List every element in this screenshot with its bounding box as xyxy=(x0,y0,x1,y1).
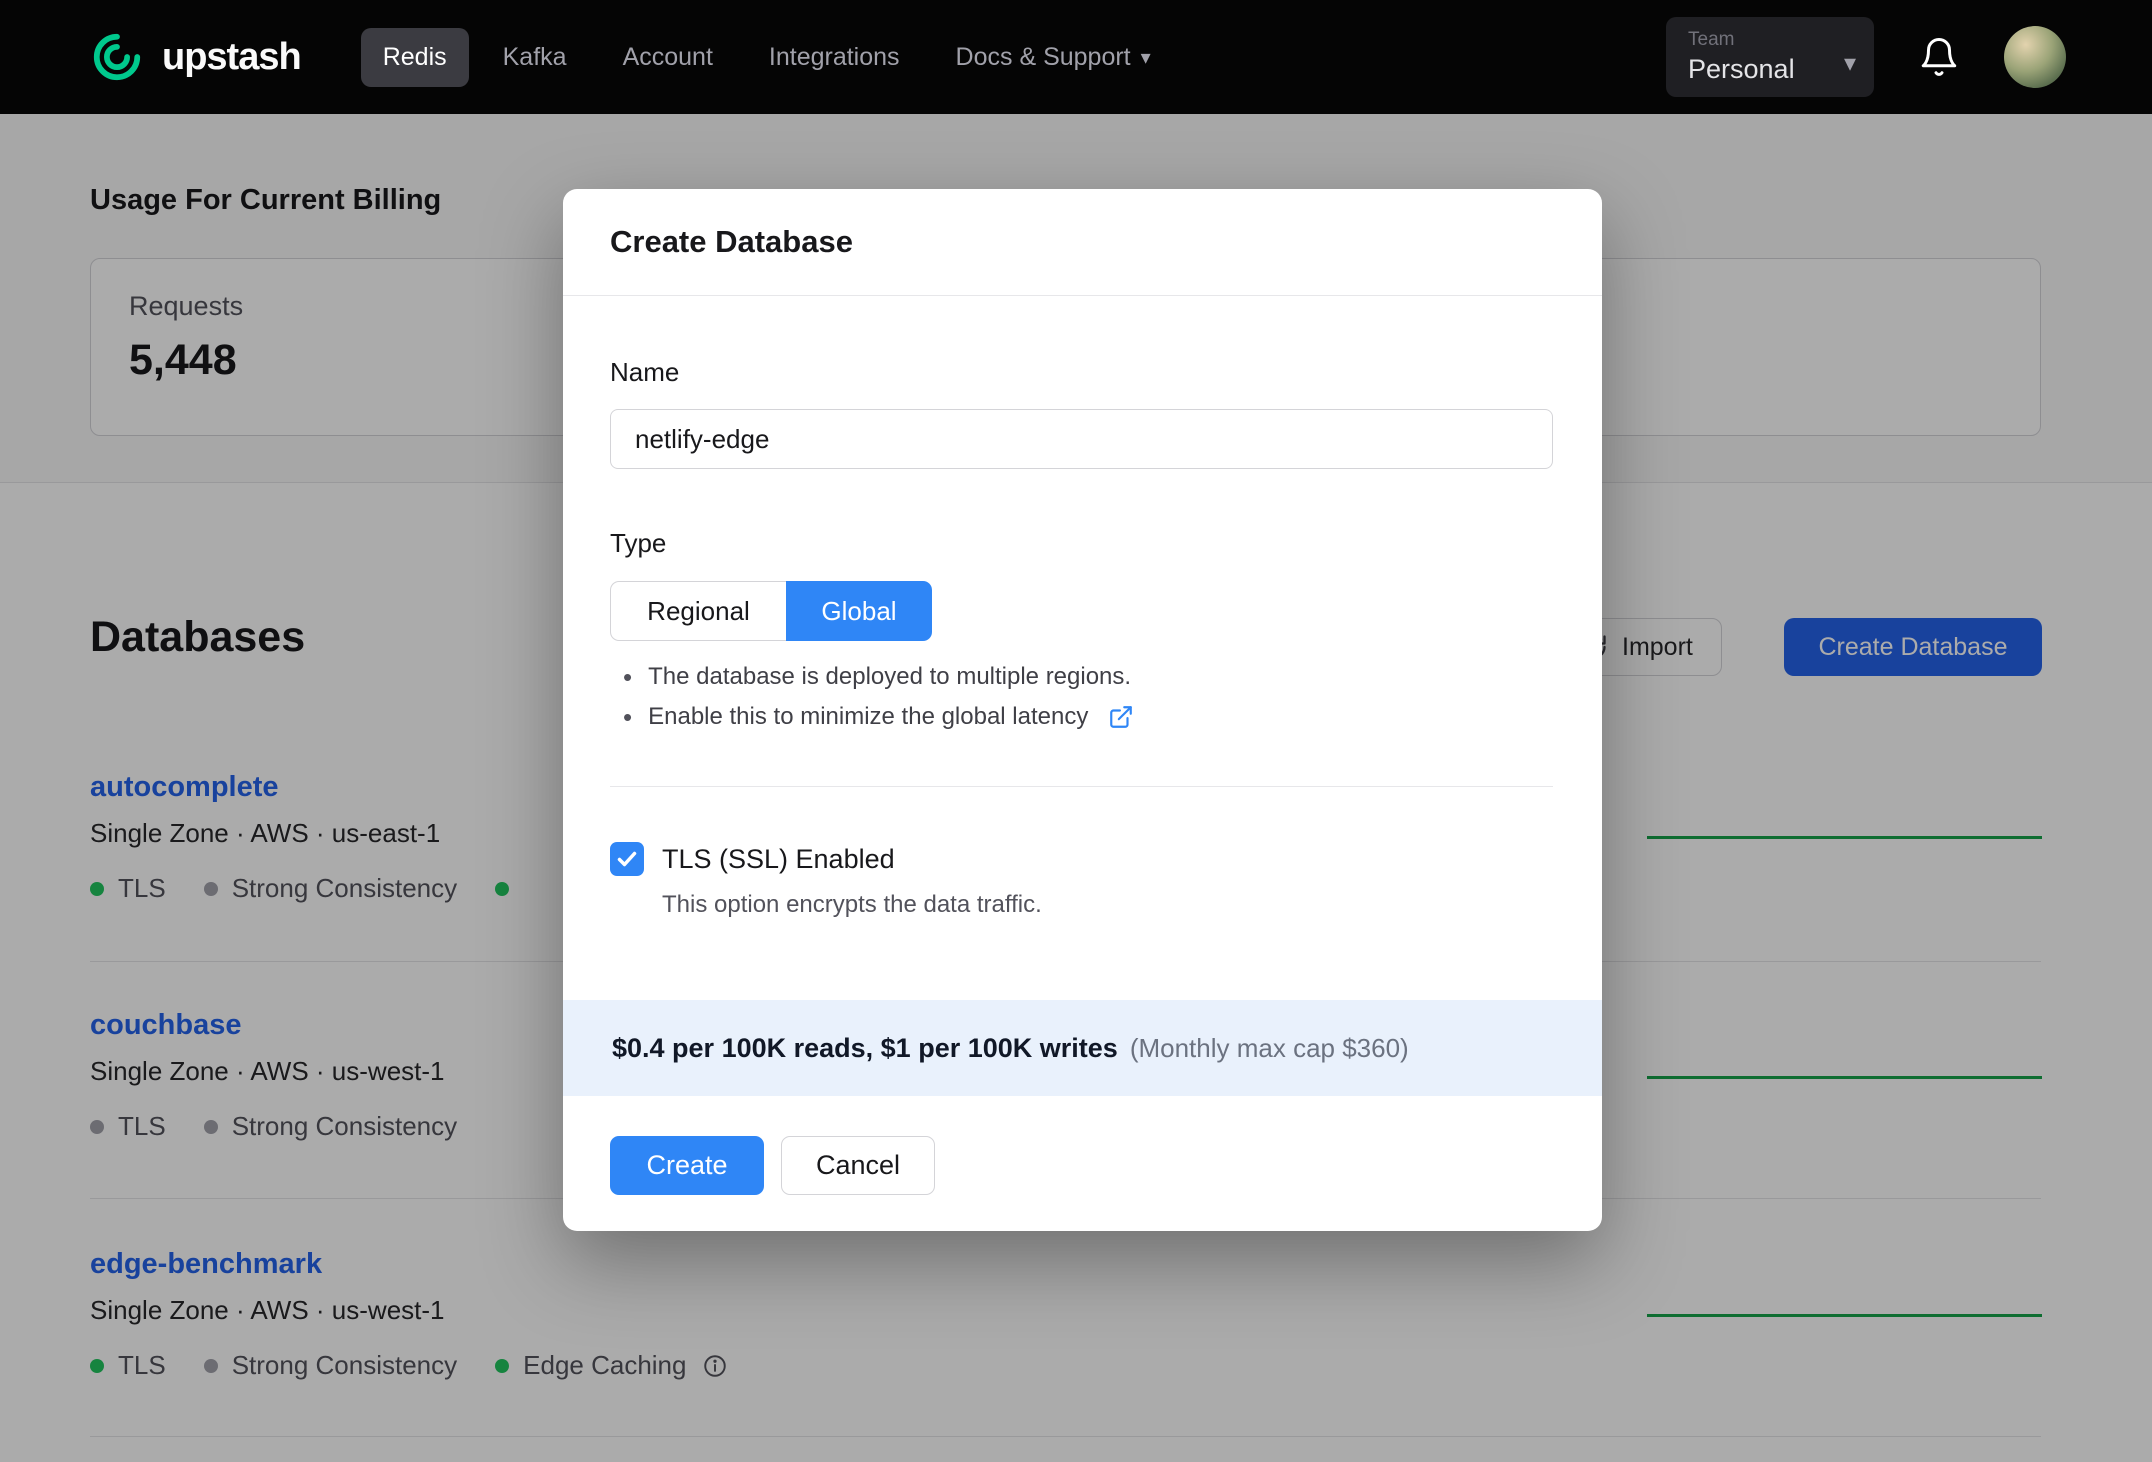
user-avatar[interactable] xyxy=(2004,26,2066,88)
type-segmented-control: Regional Global xyxy=(610,581,932,641)
nav-item-docs-support[interactable]: Docs & Support ▾ xyxy=(934,28,1173,87)
upstash-logo-icon xyxy=(93,33,141,81)
nav-item-kafka[interactable]: Kafka xyxy=(481,28,589,87)
brand-name: upstash xyxy=(162,35,302,78)
create-button[interactable]: Create xyxy=(610,1136,764,1195)
pricing-note: (Monthly max cap $360) xyxy=(1129,1032,1409,1063)
external-link-icon[interactable] xyxy=(1108,704,1134,730)
notifications-bell-icon[interactable] xyxy=(1918,36,1960,78)
team-select-value: Personal xyxy=(1688,54,1795,84)
navbar-right: Team Personal ▾ xyxy=(1666,17,2066,97)
nav-item-integrations[interactable]: Integrations xyxy=(747,28,922,87)
create-database-modal: Create Database Name Type Regional Globa… xyxy=(563,189,1602,1231)
team-select-label: Team xyxy=(1688,29,1735,50)
modal-actions: Create Cancel xyxy=(610,1136,935,1195)
checkmark-icon xyxy=(617,851,637,867)
type-bullet: The database is deployed to multiple reg… xyxy=(623,657,1134,697)
top-navbar: upstash Redis Kafka Account Integrations… xyxy=(0,0,2152,114)
cancel-button[interactable]: Cancel xyxy=(781,1136,935,1195)
chevron-down-icon: ▾ xyxy=(1140,46,1151,69)
type-description-list: The database is deployed to multiple reg… xyxy=(623,657,1134,737)
type-field-label: Type xyxy=(610,528,667,558)
modal-header: Create Database xyxy=(563,189,1602,296)
modal-divider xyxy=(610,786,1553,787)
chevron-down-icon: ▾ xyxy=(1843,50,1856,77)
nav-item-redis[interactable]: Redis xyxy=(360,27,469,87)
nav-items: Redis Kafka Account Integrations Docs & … xyxy=(360,27,1173,87)
database-name-input[interactable] xyxy=(610,409,1553,469)
tls-checkbox[interactable] xyxy=(610,842,644,876)
tls-help-text: This option encrypts the data traffic. xyxy=(662,891,1042,918)
name-field-label: Name xyxy=(610,357,680,387)
type-option-regional[interactable]: Regional xyxy=(610,581,786,641)
team-select[interactable]: Team Personal ▾ xyxy=(1666,17,1874,97)
pricing-banner: $0.4 per 100K reads, $1 per 100K writes … xyxy=(563,1000,1602,1096)
nav-item-account[interactable]: Account xyxy=(601,28,735,87)
modal-title: Create Database xyxy=(610,224,853,259)
tls-label: TLS (SSL) Enabled xyxy=(662,843,895,874)
upstash-brand[interactable]: upstash xyxy=(90,30,302,84)
tls-row: TLS (SSL) Enabled xyxy=(610,842,895,876)
type-option-global[interactable]: Global xyxy=(786,581,932,641)
type-bullet: Enable this to minimize the global laten… xyxy=(623,697,1134,737)
pricing-text: $0.4 per 100K reads, $1 per 100K writes xyxy=(612,1032,1118,1063)
